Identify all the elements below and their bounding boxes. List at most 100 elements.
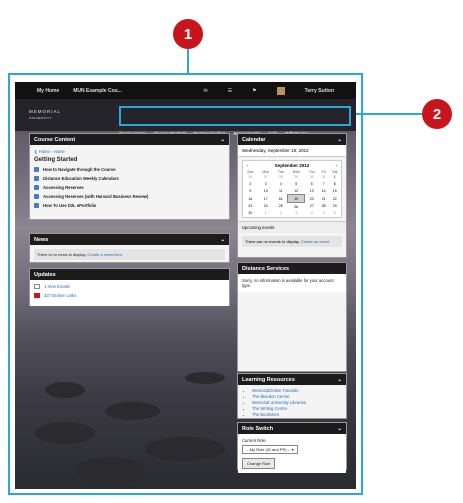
content-item[interactable]: Distance Education Weekly Calendars — [34, 176, 225, 181]
avatar[interactable] — [276, 86, 285, 95]
alerts-icon[interactable]: ⚑ — [252, 88, 256, 94]
calendar-day[interactable]: 23 — [243, 203, 258, 210]
chevron-down-icon[interactable]: ⌄ — [337, 377, 342, 383]
content-item[interactable]: Accessing Reserves (with Harvard Busines… — [34, 194, 225, 199]
calendar-day[interactable]: 6 — [305, 181, 319, 188]
breadcrumb-home-2[interactable]: Home — [54, 149, 65, 154]
prev-month-icon[interactable]: ‹ — [247, 163, 249, 168]
resource-link[interactable]: The Blundon Centre — [252, 394, 346, 399]
calendar-day[interactable]: 28 — [319, 203, 329, 210]
topbar-right: ✉ ☰ ⚑ Terry Sutton — [203, 82, 348, 99]
content-item-label[interactable]: Distance Education Weekly Calendars — [43, 176, 119, 181]
back-arrow-icon[interactable]: ❮ — [34, 149, 38, 154]
role-select[interactable]: -- My Role (ID and PR) -- ▾ — [242, 445, 298, 454]
course-selector[interactable]: MUN Example Cou... — [73, 88, 122, 94]
calendar-month-label: September 2012 — [274, 163, 310, 168]
update-item[interactable]: 1 New Emails — [34, 284, 225, 289]
content-item[interactable]: How To Use D2L ePortfolio — [34, 203, 225, 208]
next-month-icon[interactable]: › — [336, 163, 338, 168]
calendar-week: 2 3 4 5 6 7 8 — [243, 181, 341, 188]
chevron-down-icon[interactable]: ⌄ — [337, 137, 342, 143]
distance-services-widget: Distance Services Sorry, no information … — [237, 262, 347, 372]
resource-link[interactable]: The Bookstore — [252, 412, 346, 417]
calendar-day[interactable]: 21 — [319, 195, 329, 203]
role-switch-title: Role Switch — [242, 425, 274, 432]
chevron-down-icon[interactable]: ⌄ — [220, 137, 225, 143]
broken-links-link[interactable]: 327 Broken Links — [44, 293, 76, 298]
calendar-day[interactable]: 22 — [328, 195, 341, 203]
calendar-day[interactable]: 16 — [243, 195, 258, 203]
rock-shape — [45, 382, 85, 398]
learning-resources-widget: Learning Resources ⌄ MemorialOnline Tuto… — [237, 373, 347, 419]
new-emails-link[interactable]: 1 New Emails — [44, 284, 70, 289]
calendar-day[interactable]: 25 — [274, 203, 288, 210]
calendar-day[interactable]: 26 — [243, 174, 258, 181]
calendar-week: 23 24 25 26 27 28 29 — [243, 203, 341, 210]
calendar-day[interactable]: 4 — [305, 210, 319, 217]
calendar-day[interactable]: 30 — [305, 174, 319, 181]
calendar-day[interactable]: 10 — [258, 188, 274, 195]
calendar-day[interactable]: 9 — [243, 188, 258, 195]
calendar-day[interactable]: 1 — [328, 174, 341, 181]
my-home-link[interactable]: My Home — [37, 88, 59, 94]
calendar-day[interactable]: 8 — [328, 181, 341, 188]
calendar-day[interactable]: 20 — [305, 195, 319, 203]
callout-1: 1 — [173, 19, 203, 49]
calendar-day-today[interactable]: 19 — [287, 194, 306, 204]
breadcrumb-home-1[interactable]: Home — [39, 149, 50, 154]
content-item[interactable]: Accessing Reserves — [34, 185, 225, 190]
calendar-day[interactable]: 26 — [288, 203, 305, 210]
role-switch-widget: Role Switch ⌄ Current Role -- My Role (I… — [237, 422, 347, 473]
calendar-day[interactable]: 30 — [243, 210, 258, 217]
calendar-day[interactable]: 17 — [258, 195, 274, 203]
calendar-day[interactable]: 29 — [328, 203, 341, 210]
content-item-label[interactable]: How To Use D2L ePortfolio — [43, 203, 96, 208]
distance-services-body: Sorry, no information is available for y… — [238, 274, 346, 292]
calendar-day[interactable]: 6 — [328, 210, 341, 217]
content-item[interactable]: How to Navigate through the Course — [34, 167, 225, 172]
calendar-day[interactable]: 3 — [288, 210, 305, 217]
news-message: There is no news to display. — [37, 252, 87, 257]
top-navbar: My Home MUN Example Cou... ✉ ☰ ⚑ Terry S… — [15, 82, 356, 99]
calendar-month: ‹ September 2012 › — [243, 161, 341, 170]
calendar-day[interactable]: 27 — [305, 203, 319, 210]
content-item-label[interactable]: Accessing Reserves — [43, 185, 84, 190]
change-role-button[interactable]: Change Role — [242, 458, 276, 469]
calendar-day[interactable]: 5 — [319, 210, 329, 217]
calendar-day[interactable]: 2 — [243, 181, 258, 188]
calendar-day[interactable]: 7 — [319, 181, 329, 188]
resource-link[interactable]: MemorialOnline Tutorials — [252, 388, 346, 393]
calendar-day[interactable]: 4 — [274, 181, 288, 188]
calendar-day[interactable]: 5 — [288, 181, 305, 188]
content-item-label[interactable]: Accessing Reserves (with Harvard Busines… — [43, 194, 148, 199]
calendar-day[interactable]: 12 — [288, 188, 305, 195]
calendar-day[interactable]: 3 — [258, 181, 274, 188]
user-menu[interactable]: Terry Sutton — [305, 88, 334, 94]
update-item[interactable]: 327 Broken Links — [34, 293, 225, 298]
calendar-day[interactable]: 15 — [328, 188, 341, 195]
chevron-down-icon[interactable]: ⌄ — [337, 426, 342, 432]
topic-icon — [34, 185, 39, 190]
calendar-day[interactable]: 1 — [258, 210, 274, 217]
calendar-week: 30 1 2 3 4 5 6 — [243, 210, 341, 217]
chat-icon[interactable]: ☰ — [228, 88, 232, 94]
calendar-day[interactable]: 24 — [258, 203, 274, 210]
calendar-day[interactable]: 27 — [258, 174, 274, 181]
calendar-day[interactable]: 14 — [319, 188, 329, 195]
rock-shape — [185, 372, 225, 384]
resource-link[interactable]: Memorial University Libraries — [252, 400, 346, 405]
calendar-day[interactable]: 29 — [288, 174, 305, 181]
create-news-link[interactable]: Create a news item. — [87, 252, 123, 257]
calendar-day[interactable]: 18 — [274, 195, 288, 203]
calendar-day[interactable]: 28 — [274, 174, 288, 181]
content-item-label[interactable]: How to Navigate through the Course — [43, 167, 116, 172]
create-event-link[interactable]: Create an event. — [301, 239, 331, 244]
calendar-day[interactable]: 11 — [274, 188, 288, 195]
chevron-down-icon[interactable]: ⌄ — [220, 237, 225, 243]
calendar-current-date: Wednesday, September 19, 2012 — [238, 145, 346, 157]
calendar-day[interactable]: 13 — [305, 188, 319, 195]
calendar-day[interactable]: 31 — [319, 174, 329, 181]
mail-icon[interactable]: ✉ — [203, 88, 207, 94]
resource-link[interactable]: The Writing Centre — [252, 406, 346, 411]
calendar-day[interactable]: 2 — [274, 210, 288, 217]
